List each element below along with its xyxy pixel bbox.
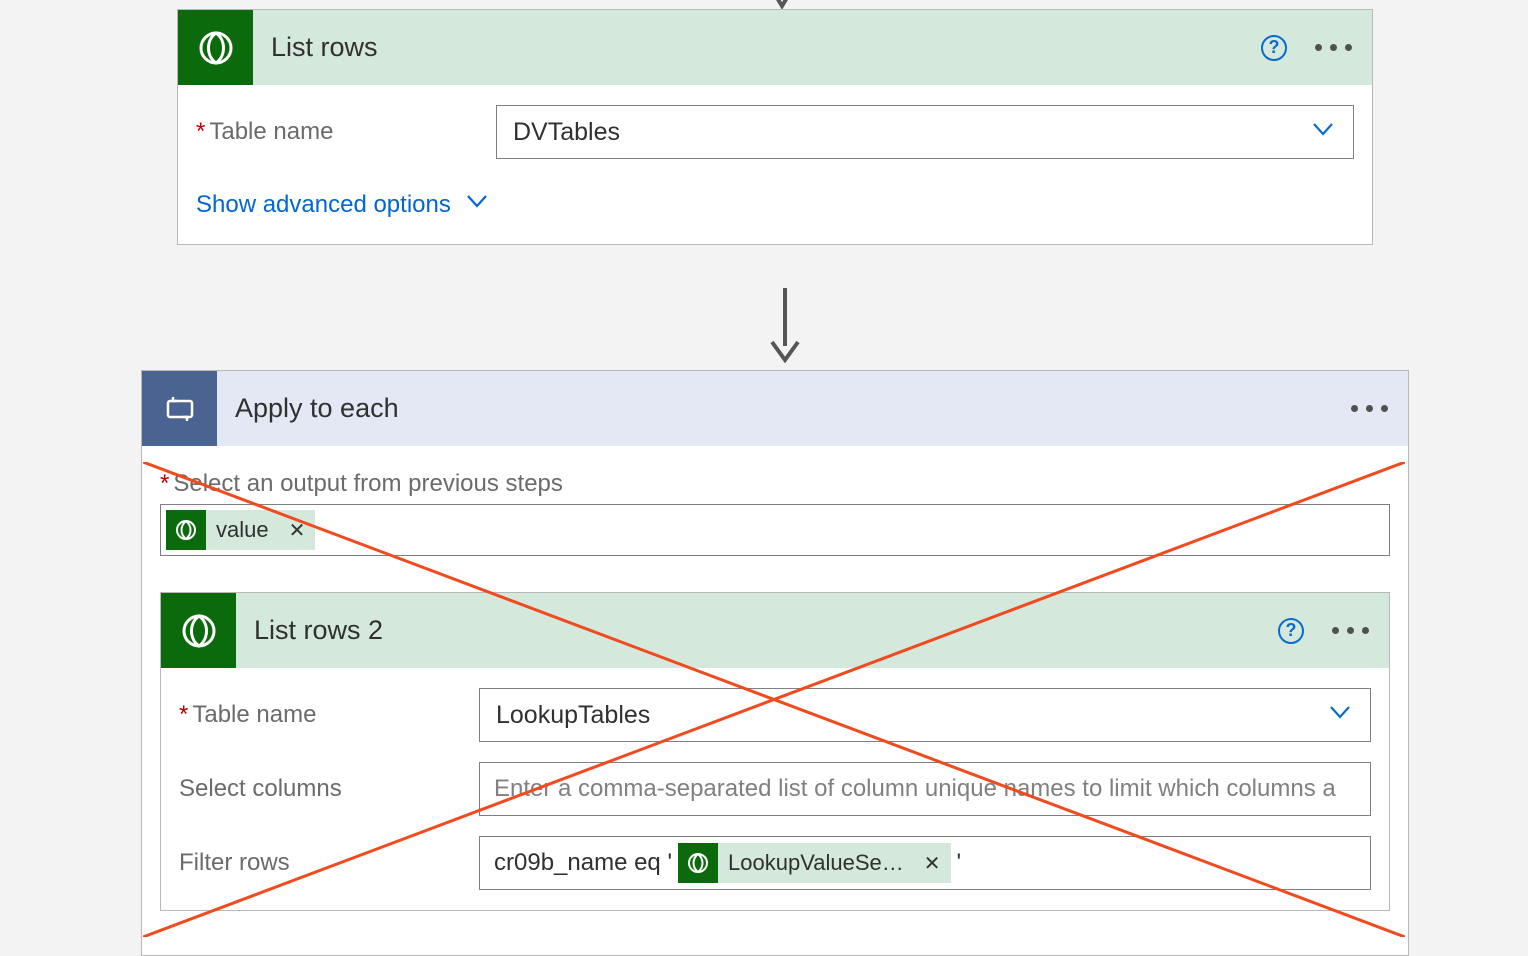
card-header[interactable]: List rows ? (178, 10, 1372, 85)
remove-chip-icon[interactable]: ✕ (279, 518, 316, 543)
field-label-table-name: *Table name (179, 701, 454, 729)
table-name-value: LookupTables (496, 701, 650, 730)
filter-prefix-text: cr09b_name eq ' (494, 849, 672, 877)
remove-chip-icon[interactable]: ✕ (914, 851, 951, 876)
field-row-table-name: *Table name LookupTables (179, 688, 1371, 742)
chevron-down-icon (1326, 698, 1354, 733)
control-apply-to-each[interactable]: Apply to each *Select an output from pre… (141, 370, 1409, 956)
action-card-list-rows-2[interactable]: List rows 2 ? *Table name LookupTables S… (160, 592, 1390, 911)
flow-designer-canvas: List rows ? *Table name DVTables Show ad… (0, 0, 1528, 956)
table-name-select[interactable]: DVTables (496, 105, 1354, 159)
help-icon[interactable]: ? (1278, 618, 1304, 644)
dataverse-icon (178, 10, 253, 85)
field-row-select-columns: Select columns Enter a comma-separated l… (179, 762, 1371, 816)
select-columns-input[interactable]: Enter a comma-separated list of column u… (479, 762, 1371, 816)
help-icon[interactable]: ? (1261, 35, 1287, 61)
card-body: *Select an output from previous steps va… (142, 446, 1408, 911)
show-advanced-label: Show advanced options (196, 191, 451, 219)
card-title: Apply to each (235, 393, 1351, 424)
field-label-select-output: *Select an output from previous steps (160, 470, 1390, 498)
dataverse-icon (678, 843, 718, 883)
field-label-select-columns: Select columns (179, 775, 454, 803)
dataverse-icon (161, 593, 236, 668)
loop-icon (142, 371, 217, 446)
chip-text: LookupValueSe… (728, 850, 914, 876)
dynamic-content-chip-value[interactable]: value ✕ (166, 510, 315, 550)
more-menu-icon[interactable] (1315, 44, 1352, 51)
field-row-filter-rows: Filter rows cr09b_name eq ' LookupValueS… (179, 836, 1371, 890)
field-label-filter-rows: Filter rows (179, 849, 454, 877)
more-menu-icon[interactable] (1332, 627, 1369, 634)
select-output-input[interactable]: value ✕ (160, 504, 1390, 556)
chip-text: value (216, 517, 279, 543)
filter-rows-input[interactable]: cr09b_name eq ' LookupValueSe… ✕ ' (479, 836, 1371, 890)
card-header[interactable]: Apply to each (142, 371, 1408, 446)
card-body: *Table name DVTables Show advanced optio… (178, 85, 1372, 244)
table-name-value: DVTables (513, 118, 620, 147)
placeholder-text: Enter a comma-separated list of column u… (494, 775, 1336, 803)
card-title: List rows (271, 32, 1261, 63)
chevron-down-icon (463, 187, 491, 222)
chevron-down-icon (1309, 115, 1337, 150)
card-title: List rows 2 (254, 615, 1278, 646)
field-row-table-name: *Table name DVTables (196, 105, 1354, 159)
more-menu-icon[interactable] (1351, 405, 1388, 412)
action-card-list-rows[interactable]: List rows ? *Table name DVTables Show ad… (177, 9, 1373, 245)
show-advanced-options-toggle[interactable]: Show advanced options (196, 179, 491, 244)
table-name-select[interactable]: LookupTables (479, 688, 1371, 742)
filter-suffix-text: ' (957, 849, 962, 877)
field-label-table-name: *Table name (196, 118, 471, 146)
dataverse-icon (166, 510, 206, 550)
dynamic-content-chip-lookup[interactable]: LookupValueSe… ✕ (678, 843, 951, 883)
flow-connector-arrow[interactable] (766, 288, 804, 366)
card-body: *Table name LookupTables Select columns … (161, 668, 1389, 890)
card-header[interactable]: List rows 2 ? (161, 593, 1389, 668)
